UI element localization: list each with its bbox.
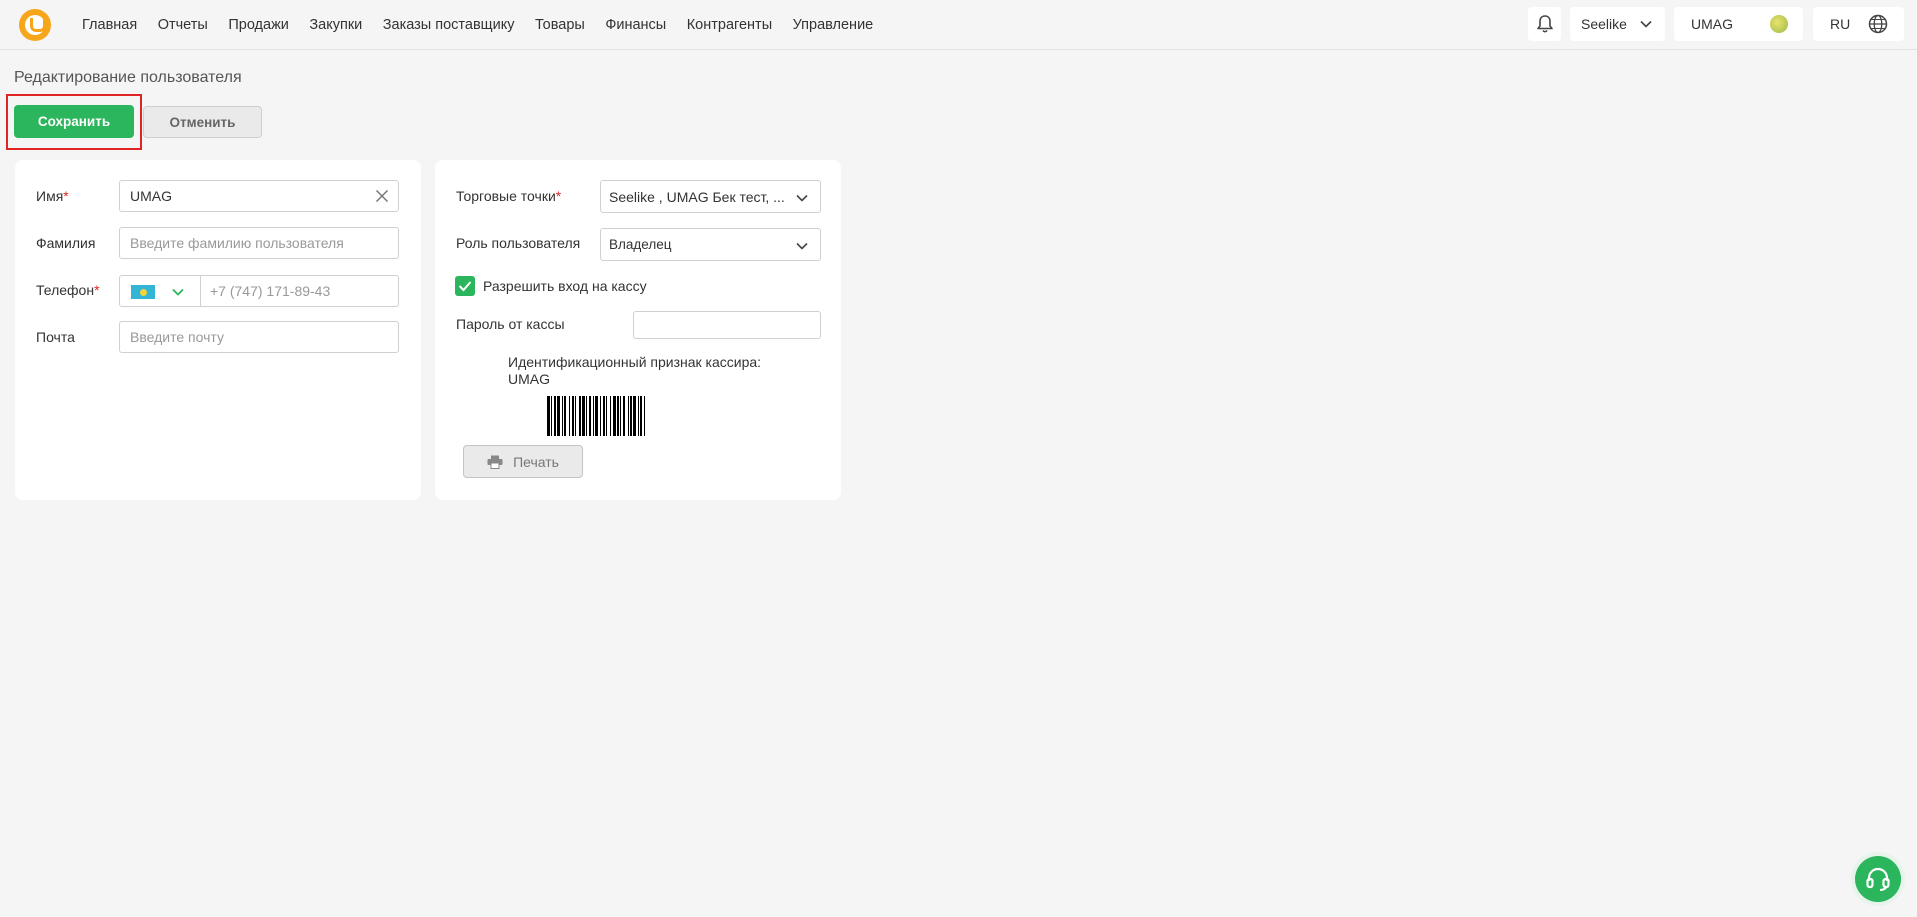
main-nav: Главная Отчеты Продажи Закупки Заказы по… — [82, 0, 894, 50]
notifications-button[interactable] — [1528, 7, 1561, 41]
close-icon[interactable] — [374, 188, 390, 204]
globe-icon — [1868, 14, 1888, 34]
nav-item-products[interactable]: Товары — [535, 17, 585, 33]
name-label: Имя* — [36, 188, 69, 204]
language-label: RU — [1830, 16, 1851, 32]
nav-item-purchases[interactable]: Закупки — [309, 17, 362, 33]
name-input[interactable] — [119, 180, 399, 212]
stores-select-value: Seelike , UMAG Бек тест, ... — [609, 188, 785, 205]
store-selector-label: Seelike — [1581, 16, 1627, 32]
email-input[interactable] — [119, 321, 399, 353]
chevron-down-icon — [1640, 20, 1652, 28]
cashier-id-text: Идентификационный признак кассира: UMAG — [508, 354, 761, 388]
check-icon — [458, 281, 472, 292]
nav-item-supplier-orders[interactable]: Заказы поставщику — [383, 17, 515, 33]
cashier-id-label: Идентификационный признак кассира: — [508, 354, 762, 370]
required-mark: * — [94, 282, 100, 298]
chevron-down-icon[interactable] — [171, 286, 185, 298]
required-mark: * — [63, 188, 69, 204]
printer-icon — [487, 455, 503, 469]
chevron-down-icon — [796, 194, 808, 202]
phone-input[interactable] — [201, 276, 398, 306]
kz-flag-icon[interactable] — [131, 285, 155, 299]
name-field-wrap — [119, 180, 399, 212]
stores-select[interactable]: Seelike , UMAG Бек тест, ... — [600, 180, 821, 213]
email-label: Почта — [36, 329, 75, 345]
headset-icon — [1866, 867, 1890, 891]
role-select-value: Владелец — [609, 237, 672, 252]
pos-password-label: Пароль от кассы — [456, 316, 565, 332]
avatar-icon — [1770, 15, 1788, 33]
pos-password-input[interactable] — [633, 311, 821, 339]
store-selector[interactable]: Seelike — [1570, 7, 1665, 41]
phone-label: Телефон* — [36, 282, 100, 298]
access-card: Торговые точки* Seelike , UMAG Бек тест,… — [435, 160, 841, 500]
nav-item-home[interactable]: Главная — [82, 17, 137, 33]
page-title: Редактирование пользователя — [14, 69, 242, 86]
chevron-down-icon — [796, 242, 808, 250]
nav-item-counterparties[interactable]: Контрагенты — [687, 17, 772, 33]
role-select[interactable]: Владелец — [600, 228, 821, 261]
logo-icon[interactable] — [19, 9, 51, 41]
barcode-icon — [547, 396, 645, 436]
nav-item-sales[interactable]: Продажи — [228, 17, 289, 33]
nav-item-finance[interactable]: Финансы — [605, 17, 666, 33]
surname-label: Фамилия — [36, 235, 96, 251]
role-label: Роль пользователя — [456, 235, 581, 251]
required-mark: * — [555, 188, 562, 204]
allow-pos-label[interactable]: Разрешить вход на кассу — [483, 278, 647, 294]
cancel-button[interactable]: Отменить — [143, 106, 262, 138]
nav-item-management[interactable]: Управление — [793, 17, 874, 33]
stores-label: Торговые точки* — [456, 188, 562, 204]
bell-icon — [1536, 15, 1553, 33]
save-button[interactable]: Сохранить — [14, 105, 134, 138]
nav-item-reports[interactable]: Отчеты — [158, 17, 208, 33]
allow-pos-checkbox[interactable] — [455, 276, 475, 296]
support-button[interactable] — [1851, 852, 1905, 906]
phone-field — [119, 275, 399, 307]
user-name: UMAG — [1691, 16, 1733, 32]
user-menu[interactable]: UMAG — [1674, 7, 1803, 41]
print-button-label: Печать — [513, 453, 559, 470]
surname-input[interactable] — [119, 227, 399, 259]
print-button[interactable]: Печать — [463, 445, 583, 478]
cashier-id-value: UMAG — [508, 371, 550, 387]
user-info-card: Имя* Фамилия Телефон* Почта — [15, 160, 421, 500]
language-selector[interactable]: RU — [1813, 7, 1904, 41]
top-header: Главная Отчеты Продажи Закупки Заказы по… — [0, 0, 1917, 50]
